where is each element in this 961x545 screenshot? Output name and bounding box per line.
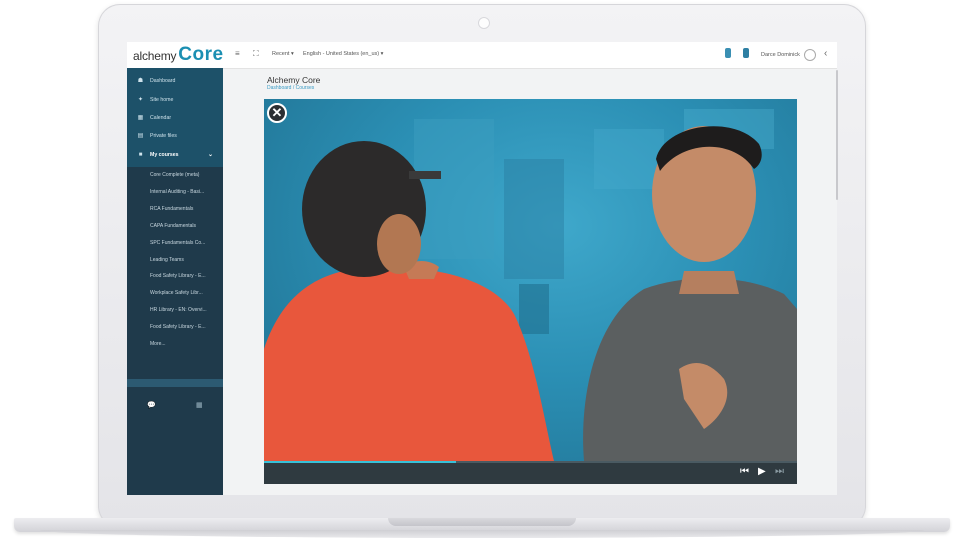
calendar-icon: ▦ <box>137 115 144 121</box>
hamburger-menu-icon[interactable]: ≡ <box>235 49 240 58</box>
breadcrumb[interactable]: Dashboard / Courses <box>267 85 314 91</box>
user-name[interactable]: Darce Dominick <box>761 52 800 58</box>
logo-text-core: Core <box>178 44 224 65</box>
course-item[interactable]: SPC Fundamentals Co... <box>127 234 223 251</box>
sidebar-item-site-home[interactable]: ✦ Site home <box>127 91 223 108</box>
close-video-button[interactable]: ✕ <box>267 103 287 123</box>
progress-fill <box>264 461 456 463</box>
next-icon[interactable]: ⏭ <box>775 467 784 477</box>
course-item[interactable]: CAPA Fundamentals <box>127 217 223 234</box>
home-icon: ✦ <box>137 97 144 103</box>
sidebar-item-my-courses[interactable]: ■ My courses ⌄ <box>127 146 223 163</box>
course-more-link[interactable]: More... <box>127 335 223 352</box>
sidebar-divider <box>127 379 223 387</box>
video-scene <box>264 109 797 461</box>
progress-bar[interactable] <box>264 461 797 463</box>
laptop-base-foot <box>40 530 924 538</box>
sidebar-item-label: Site home <box>150 96 174 103</box>
brand-logo[interactable]: alchemy Core <box>133 44 224 66</box>
sidebar-item-calendar[interactable]: ▦ Calendar <box>127 109 223 126</box>
sidebar-item-label: Calendar <box>150 114 172 121</box>
logo-text-alchemy: alchemy <box>133 49 177 63</box>
chevron-down-icon: ⌄ <box>207 152 213 158</box>
laptop-notch <box>388 518 576 526</box>
video-frame[interactable]: ✕ <box>264 99 797 461</box>
user-avatar[interactable] <box>804 49 816 61</box>
notification-icon[interactable] <box>725 48 731 58</box>
recent-dropdown[interactable]: Recent ▾ <box>272 51 294 57</box>
sidebar-item-dashboard[interactable]: ☗ Dashboard <box>127 72 223 89</box>
page-scrollbar[interactable] <box>836 70 838 200</box>
webcam-icon <box>478 17 490 29</box>
video-controls: ⏮ ▶ ⏭ <box>264 461 797 484</box>
course-item[interactable]: Food Safety Library - E... <box>127 267 223 284</box>
course-item[interactable]: Workplace Safety Libr... <box>127 284 223 301</box>
file-icon: ▤ <box>137 133 144 139</box>
chat-icon[interactable]: 💬 <box>147 401 156 409</box>
top-navbar: alchemy Core ≡ ⛶ Recent ▾ English - Unit… <box>127 42 837 69</box>
page-title: Alchemy Core <box>267 75 321 85</box>
fullscreen-icon[interactable]: ⛶ <box>253 49 259 59</box>
course-item[interactable]: Core Complete (meta) <box>127 166 223 183</box>
video-player[interactable]: ✕ ⏮ ▶ ⏭ <box>264 99 797 484</box>
courses-icon: ■ <box>138 151 143 158</box>
course-item[interactable]: Internal Auditing - Basi... <box>127 183 223 200</box>
previous-icon[interactable]: ⏮ <box>740 467 749 477</box>
dashboard-icon: ☗ <box>137 78 144 84</box>
sidebar: ☗ Dashboard ✦ Site home ▦ Calendar ▤ Pri… <box>127 68 223 495</box>
sidebar-item-label: Private files <box>150 132 177 139</box>
sidebar-item-private-files[interactable]: ▤ Private files <box>127 127 223 144</box>
course-item[interactable]: Food Safety Library - E... <box>127 318 223 335</box>
course-item[interactable]: Leading Teams <box>127 251 223 268</box>
course-item[interactable]: HR Library - EN: Overvi... <box>127 301 223 318</box>
course-item[interactable]: RCA Fundamentals <box>127 200 223 217</box>
screen: alchemy Core ≡ ⛶ Recent ▾ English - Unit… <box>127 42 837 495</box>
play-icon[interactable]: ▶ <box>758 467 766 477</box>
sidebar-item-label: Dashboard <box>150 77 176 84</box>
language-dropdown[interactable]: English - United States (en_us) ▾ <box>303 51 383 57</box>
messages-icon[interactable] <box>743 48 749 58</box>
calendar-small-icon[interactable]: ▦ <box>196 401 203 409</box>
sidebar-item-label: My courses <box>150 151 179 158</box>
chevron-left-icon[interactable]: ‹ <box>824 48 827 59</box>
